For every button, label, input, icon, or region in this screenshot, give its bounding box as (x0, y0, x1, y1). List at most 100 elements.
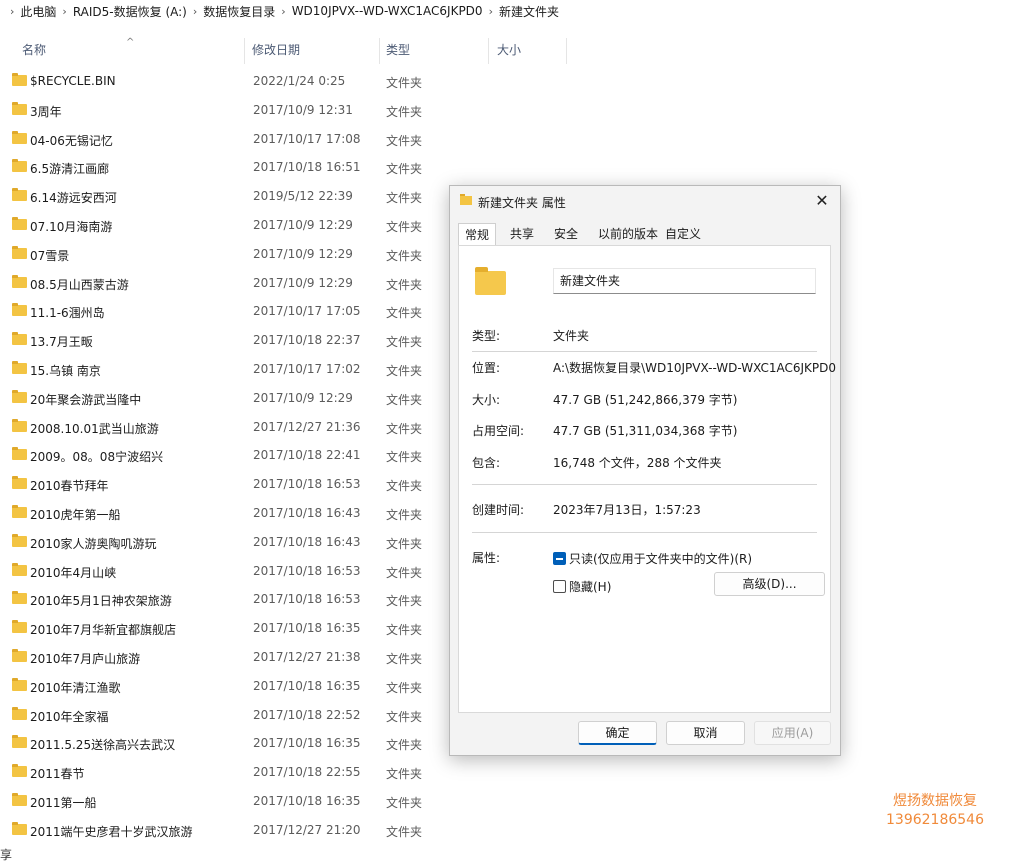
folder-icon (12, 476, 27, 490)
file-name: 15.乌镇 南京 (30, 363, 101, 378)
file-name: 2011端午史彦君十岁武汉旅游 (30, 824, 193, 839)
file-type: 文件夹 (386, 335, 423, 350)
status-bar-text: 享 (0, 848, 13, 861)
folder-icon (12, 447, 27, 461)
tab-previous-versions[interactable]: 以前的版本 (592, 223, 664, 245)
hidden-checkbox-label[interactable]: 隐藏(H) (569, 578, 611, 595)
type-value: 文件夹 (553, 329, 590, 343)
file-name: 2010年7月庐山旅游 (30, 651, 141, 666)
file-row[interactable]: 3周年 2017/10/9 12:31 文件夹 (0, 96, 440, 125)
cancel-button[interactable]: 取消 (666, 721, 745, 745)
file-name: $RECYCLE.BIN (30, 74, 116, 88)
file-name: 11.1-6涠州岛 (30, 306, 105, 321)
file-type: 文件夹 (386, 76, 423, 90)
folder-icon (12, 648, 27, 662)
file-row[interactable]: 07雪景 2017/10/9 12:29 文件夹 (0, 240, 440, 269)
contains-value: 16,748 个文件，288 个文件夹 (553, 456, 722, 470)
file-name: 2010春节拜年 (30, 479, 109, 494)
ok-button[interactable]: 确定 (578, 721, 657, 745)
file-name: 6.14游远安西河 (30, 191, 117, 206)
file-type: 文件夹 (386, 680, 423, 695)
file-row[interactable]: 6.14游远安西河 2019/5/12 22:39 文件夹 (0, 182, 440, 211)
divider (472, 484, 817, 485)
file-row[interactable]: 2011.5.25送徐高兴去武汉 2017/10/18 16:35 文件夹 (0, 729, 440, 758)
hidden-checkbox[interactable] (553, 580, 566, 593)
breadcrumb-this-pc[interactable]: 此电脑 (20, 3, 56, 20)
file-row[interactable]: 6.5游清江画廊 2017/10/18 16:51 文件夹 (0, 153, 440, 182)
file-row[interactable]: 2010年4月山峡 2017/10/18 16:53 文件夹 (0, 557, 440, 586)
file-name: 2011.5.25送徐高兴去武汉 (30, 738, 176, 753)
file-type: 文件夹 (386, 363, 423, 378)
file-row[interactable]: 2011第一船 2017/10/18 16:35 文件夹 (0, 787, 440, 816)
folder-icon (12, 706, 27, 720)
file-row[interactable]: 2010年清江渔歌 2017/10/18 16:35 文件夹 (0, 672, 440, 701)
folder-icon (12, 188, 27, 202)
file-row[interactable]: 2010年7月华新宜都旗舰店 2017/10/18 16:35 文件夹 (0, 614, 440, 643)
file-row[interactable]: 07.10月海南游 2017/10/9 12:29 文件夹 (0, 211, 440, 240)
file-type: 文件夹 (386, 824, 423, 839)
readonly-checkbox-label[interactable]: 只读(仅应用于文件夹中的文件)(R) (569, 550, 752, 567)
folder-icon (12, 101, 27, 115)
file-date: 2017/10/18 22:37 (253, 333, 361, 348)
file-row[interactable]: 2010家人游奥陶叽游玩 2017/10/18 16:43 文件夹 (0, 528, 440, 557)
file-row[interactable]: 15.乌镇 南京 2017/10/17 17:02 文件夹 (0, 355, 440, 384)
properties-dialog: 新建文件夹 属性 ✕ 常规 共享 安全 以前的版本 自定义 新建文件夹 类型: … (449, 185, 841, 756)
file-row[interactable]: 2008.10.01武当山旅游 2017/12/27 21:36 文件夹 (0, 413, 440, 442)
column-header-name[interactable]: 名称 ^ (0, 37, 245, 64)
file-date: 2017/10/18 16:35 (253, 678, 361, 693)
tab-general[interactable]: 常规 (458, 223, 497, 247)
file-date: 2017/10/9 12:29 (253, 217, 353, 232)
advanced-button[interactable]: 高级(D)... (714, 572, 825, 596)
file-row[interactable]: 04-06无锡记忆 2017/10/17 17:08 文件夹 (0, 125, 440, 154)
folder-icon (475, 267, 506, 295)
readonly-checkbox[interactable] (553, 552, 566, 565)
folder-icon (12, 821, 27, 835)
file-date: 2017/12/27 21:38 (253, 649, 361, 664)
folder-name-field[interactable]: 新建文件夹 (553, 268, 816, 294)
file-row[interactable]: 13.7月王畈 2017/10/18 22:37 文件夹 (0, 326, 440, 355)
file-row[interactable]: 20年聚会游武当隆中 2017/10/9 12:29 文件夹 (0, 384, 440, 413)
close-button[interactable]: ✕ (810, 189, 834, 213)
location-label: 位置: (472, 361, 501, 375)
file-date: 2017/10/18 22:55 (253, 765, 361, 780)
file-type: 文件夹 (386, 277, 423, 292)
file-date: 2017/12/27 21:36 (253, 419, 361, 434)
file-row[interactable]: 2010年5月1日神农架旅游 2017/10/18 16:53 文件夹 (0, 585, 440, 614)
breadcrumb-current-folder[interactable]: 新建文件夹 (499, 3, 559, 20)
file-name: 2011春节 (30, 767, 85, 782)
file-name: 13.7月王畈 (30, 335, 93, 350)
column-header-date[interactable]: 修改日期 (245, 38, 380, 64)
file-name: 2009。08。08宁波绍兴 (30, 450, 164, 465)
breadcrumb-disk-dir[interactable]: WD10JPVX--WD-WXC1AC6JKPD0 (292, 4, 483, 18)
column-header-name-label: 名称 (22, 43, 47, 57)
file-row[interactable]: $RECYCLE.BIN 2022/1/24 0:25 文件夹 (0, 67, 440, 96)
file-row[interactable]: 08.5月山西蒙古游 2017/10/9 12:29 文件夹 (0, 269, 440, 298)
file-row[interactable]: 2010年全家福 2017/10/18 22:52 文件夹 (0, 701, 440, 730)
breadcrumb-drive[interactable]: RAID5-数据恢复 (A:) (73, 3, 187, 20)
column-header-size[interactable]: 大小 (489, 38, 567, 64)
file-row[interactable]: 2010春节拜年 2017/10/18 16:53 文件夹 (0, 470, 440, 499)
file-date: 2017/10/18 16:35 (253, 736, 361, 751)
apply-button[interactable]: 应用(A) (754, 721, 831, 745)
file-date: 2017/10/18 16:43 (253, 534, 361, 549)
dialog-title-bar[interactable]: 新建文件夹 属性 ✕ (450, 186, 840, 216)
file-type: 文件夹 (386, 219, 423, 234)
file-row[interactable]: 11.1-6涠州岛 2017/10/17 17:05 文件夹 (0, 297, 440, 326)
file-row[interactable]: 2011端午史彦君十岁武汉旅游 2017/12/27 21:20 文件夹 (0, 816, 440, 845)
file-row[interactable]: 2010虎年第一船 2017/10/18 16:43 文件夹 (0, 499, 440, 528)
file-row[interactable]: 2010年7月庐山旅游 2017/12/27 21:38 文件夹 (0, 643, 440, 672)
chevron-right-icon: › (488, 4, 493, 18)
tab-sharing[interactable]: 共享 (504, 223, 540, 245)
file-name: 2010年4月山峡 (30, 565, 117, 580)
file-row[interactable]: 2009。08。08宁波绍兴 2017/10/18 22:41 文件夹 (0, 441, 440, 470)
file-type: 文件夹 (386, 479, 423, 494)
column-header-type[interactable]: 类型 (380, 38, 489, 64)
tab-security[interactable]: 安全 (548, 223, 584, 245)
size-value: 47.7 GB (51,242,866,379 字节) (553, 393, 738, 407)
file-row[interactable]: 2011春节 2017/10/18 22:55 文件夹 (0, 758, 440, 787)
location-value: A:\数据恢复目录\WD10JPVX--WD-WXC1AC6JKPD0 (553, 361, 836, 375)
tab-customize[interactable]: 自定义 (659, 223, 707, 245)
file-date: 2017/10/9 12:31 (253, 102, 353, 117)
file-name: 2011第一船 (30, 795, 97, 810)
breadcrumb-recovery-dir[interactable]: 数据恢复目录 (203, 3, 275, 20)
